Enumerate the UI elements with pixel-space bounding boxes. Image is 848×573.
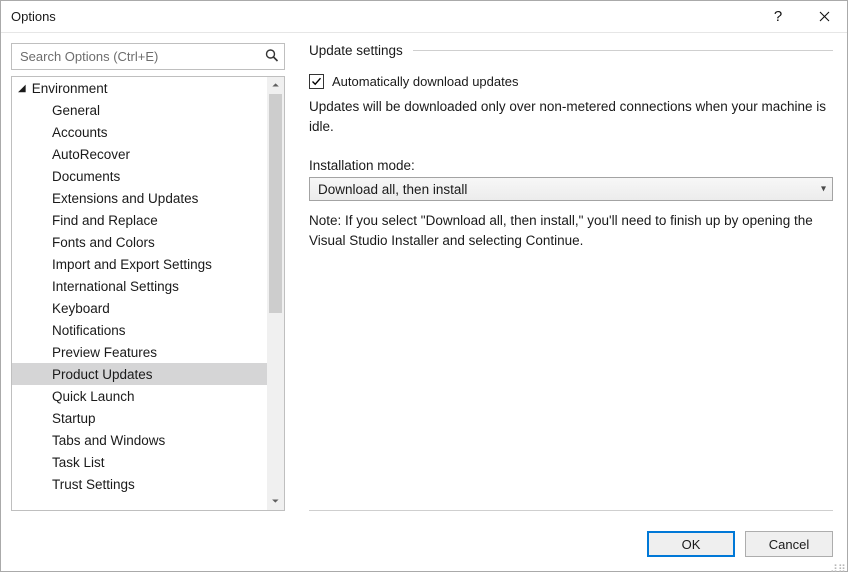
scroll-down-icon[interactable]: ⏷ bbox=[267, 493, 284, 510]
auto-download-label: Automatically download updates bbox=[332, 74, 518, 89]
cancel-button[interactable]: Cancel bbox=[745, 531, 833, 557]
tree-item[interactable]: Import and Export Settings bbox=[12, 253, 267, 275]
tree-item[interactable]: Preview Features bbox=[12, 341, 267, 363]
install-mode-label: Installation mode: bbox=[309, 158, 833, 173]
tree-item-label: Fonts and Colors bbox=[52, 235, 155, 250]
dialog-body: ◢ Environment General Accounts AutoRecover Do… bbox=[1, 33, 847, 517]
auto-download-row[interactable]: Automatically download updates bbox=[309, 74, 833, 89]
tree-item-label: Preview Features bbox=[52, 345, 157, 360]
tree-item[interactable]: Fonts and Colors bbox=[12, 231, 267, 253]
install-mode-combobox[interactable]: Download all, then install ▾ bbox=[309, 177, 833, 201]
tree-item[interactable]: AutoRecover bbox=[12, 143, 267, 165]
tree-item[interactable]: Startup bbox=[12, 407, 267, 429]
tree-item-label: Task List bbox=[52, 455, 105, 470]
sidebar: ◢ Environment General Accounts AutoRecover Do… bbox=[11, 43, 285, 511]
section-header: Update settings bbox=[309, 43, 833, 58]
tree-item[interactable]: Trust Settings bbox=[12, 473, 267, 495]
search-icon[interactable] bbox=[265, 48, 279, 65]
tree-item[interactable]: General bbox=[12, 99, 267, 121]
tree-item[interactable]: Quick Launch bbox=[12, 385, 267, 407]
dialog-footer: OK Cancel bbox=[1, 517, 847, 571]
tree-item-label: Import and Export Settings bbox=[52, 257, 212, 272]
tree-item-label: Product Updates bbox=[52, 367, 153, 382]
tree-item[interactable]: International Settings bbox=[12, 275, 267, 297]
tree-item-label: Extensions and Updates bbox=[52, 191, 198, 206]
scrollbar[interactable]: ⏶ ⏷ bbox=[267, 77, 284, 510]
tree-item[interactable]: Notifications bbox=[12, 319, 267, 341]
titlebar: Options ? bbox=[1, 1, 847, 33]
tree-item-environment[interactable]: ◢ Environment bbox=[12, 77, 267, 99]
tree-item-label: Documents bbox=[52, 169, 120, 184]
install-mode-value: Download all, then install bbox=[318, 182, 467, 197]
tree-item[interactable]: Accounts bbox=[12, 121, 267, 143]
tree-item[interactable]: Find and Replace bbox=[12, 209, 267, 231]
options-tree: ◢ Environment General Accounts AutoRecover Do… bbox=[11, 76, 285, 511]
content-panel: Update settings Automatically download u… bbox=[285, 43, 837, 511]
section-title: Update settings bbox=[309, 43, 413, 58]
scroll-thumb[interactable] bbox=[269, 94, 282, 313]
tree-item[interactable]: Keyboard bbox=[12, 297, 267, 319]
tree-item-label: Keyboard bbox=[52, 301, 110, 316]
tree-item-label: Quick Launch bbox=[52, 389, 135, 404]
window-title: Options bbox=[11, 9, 755, 24]
scroll-track[interactable] bbox=[267, 94, 284, 493]
tree-item-label: AutoRecover bbox=[52, 147, 130, 162]
search-input[interactable] bbox=[18, 48, 258, 65]
scroll-up-icon[interactable]: ⏶ bbox=[267, 77, 284, 94]
chevron-down-icon: ▾ bbox=[821, 184, 826, 195]
resize-grip-icon[interactable]: ⣰⣶ bbox=[830, 564, 846, 570]
tree-item-label: Environment bbox=[32, 81, 108, 96]
help-button[interactable]: ? bbox=[755, 1, 801, 33]
tree-item-label: General bbox=[52, 103, 100, 118]
auto-download-checkbox[interactable] bbox=[309, 74, 324, 89]
tree-item-label: Trust Settings bbox=[52, 477, 135, 492]
tree-item-label: Notifications bbox=[52, 323, 126, 338]
auto-download-description: Updates will be downloaded only over non… bbox=[309, 97, 829, 136]
expand-icon: ◢ bbox=[18, 83, 26, 94]
install-mode-note: Note: If you select "Download all, then … bbox=[309, 211, 829, 250]
tree-item[interactable]: Extensions and Updates bbox=[12, 187, 267, 209]
tree-item-label: Startup bbox=[52, 411, 96, 426]
tree-item-label: Accounts bbox=[52, 125, 108, 140]
search-wrapper bbox=[11, 43, 285, 70]
tree-item[interactable]: Task List bbox=[12, 451, 267, 473]
ok-button[interactable]: OK bbox=[647, 531, 735, 557]
tree-item[interactable]: Product Updates bbox=[12, 363, 267, 385]
options-dialog: Options ? ◢ Environment General Accounts Aut… bbox=[0, 0, 848, 572]
tree-item-label: International Settings bbox=[52, 279, 179, 294]
check-icon bbox=[311, 76, 322, 87]
tree-item-label: Find and Replace bbox=[52, 213, 158, 228]
section-rule bbox=[413, 50, 833, 51]
content-bottom-rule bbox=[309, 510, 833, 511]
close-button[interactable] bbox=[801, 1, 847, 33]
tree-item[interactable]: Tabs and Windows bbox=[12, 429, 267, 451]
tree-item[interactable]: Documents bbox=[12, 165, 267, 187]
tree-item-label: Tabs and Windows bbox=[52, 433, 165, 448]
close-icon bbox=[819, 11, 830, 22]
